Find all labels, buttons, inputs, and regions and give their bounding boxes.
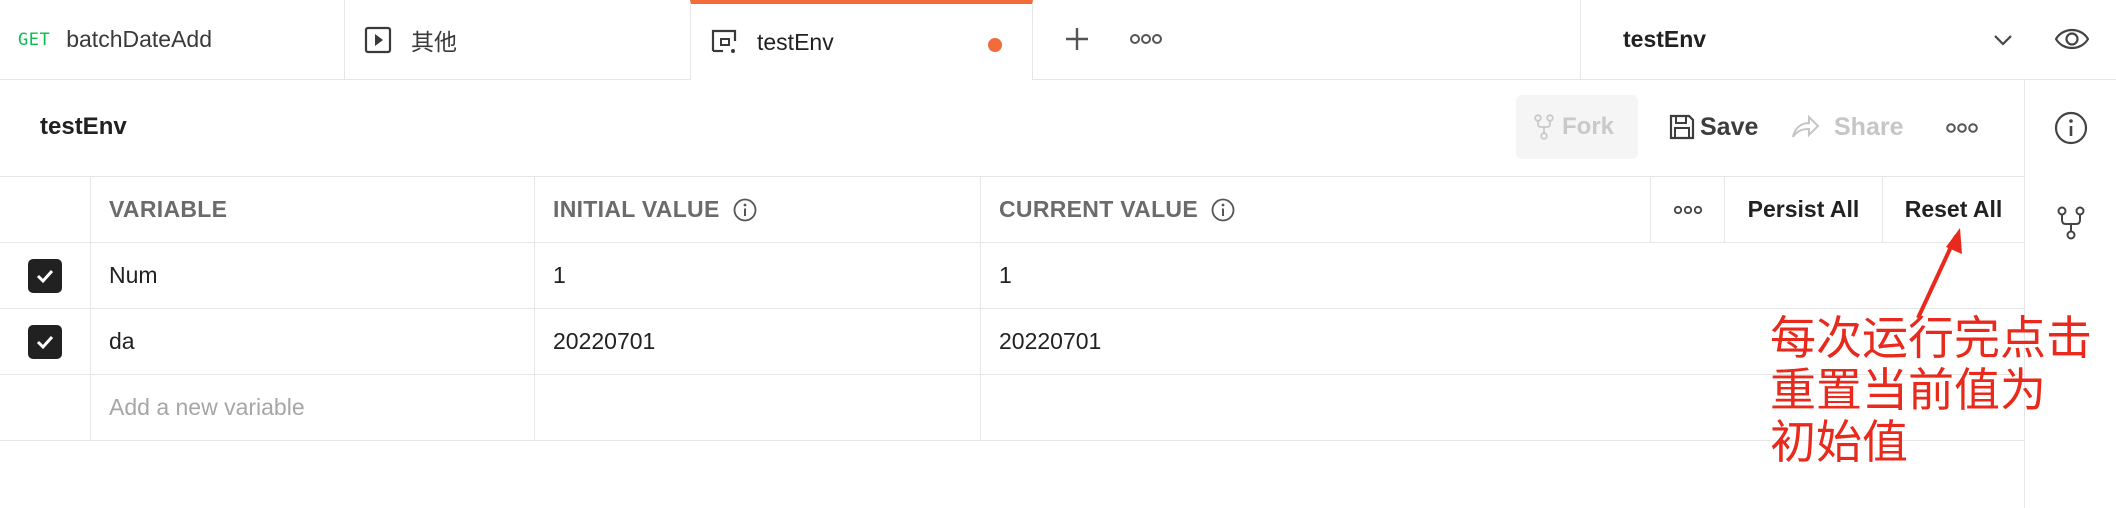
current-value-cell[interactable]: 1: [981, 243, 1651, 308]
initial-value-column-header: INITIAL VALUE: [535, 177, 981, 242]
new-tab-button[interactable]: [1060, 22, 1094, 56]
table-row: da 20220701 20220701: [0, 309, 2024, 375]
variables-table: VARIABLE INITIAL VALUE CURRENT VALUE Per…: [0, 177, 2024, 441]
unsaved-indicator: [988, 38, 1002, 52]
forks-button[interactable]: [2055, 205, 2087, 241]
fork-icon: [1534, 114, 1554, 140]
persist-all-button[interactable]: Persist All: [1725, 177, 1883, 242]
environment-header: testEnv Fork Save Share: [0, 80, 2024, 177]
tab-other[interactable]: 其他: [345, 0, 690, 79]
fork-button[interactable]: Fork: [1516, 95, 1638, 159]
annotation-line: 重置当前值为: [1770, 363, 2046, 417]
new-variable-row: Add a new variable: [0, 375, 2024, 441]
row-checkbox-cell: [0, 243, 91, 308]
checkmark-icon: [36, 269, 54, 283]
info-icon: [2054, 111, 2088, 145]
plus-icon: [1066, 28, 1088, 50]
selected-environment: testEnv: [1623, 26, 1707, 52]
annotation-text: 每次运行完点击 重置当前值为 初始值: [1770, 312, 2116, 468]
save-button[interactable]: Save: [1668, 95, 1758, 159]
table-options-button[interactable]: [1651, 177, 1725, 242]
page-title: testEnv: [40, 113, 127, 140]
table-row: Num 1 1: [0, 243, 2024, 309]
info-button[interactable]: [2053, 110, 2089, 146]
header-check-cell: [0, 177, 91, 242]
variable-cell[interactable]: Num: [91, 243, 535, 308]
environment-selector[interactable]: testEnv: [1580, 0, 2030, 79]
annotation-line: 每次运行完点击: [1770, 311, 2092, 365]
fork-label: Fork: [1562, 113, 1615, 140]
environment-icon: [709, 27, 739, 57]
annotation-line: 初始值: [1770, 415, 1908, 469]
share-label: Share: [1834, 112, 1904, 141]
more-icon: [1130, 34, 1162, 44]
initial-value-cell[interactable]: 1: [535, 243, 981, 308]
new-variable-input[interactable]: Add a new variable: [91, 375, 535, 440]
new-initial-value-input[interactable]: [535, 375, 981, 440]
method-badge: GET: [18, 29, 51, 50]
environment-quick-look-button[interactable]: [2053, 22, 2091, 56]
tab-bar: GET batchDateAdd 其他 testEnv testEnv: [0, 0, 2116, 80]
info-icon[interactable]: [1210, 197, 1236, 223]
runner-icon: [363, 25, 393, 55]
eye-icon: [2054, 28, 2090, 50]
checkmark-icon: [36, 335, 54, 349]
tab-label: batchDateAdd: [66, 26, 212, 52]
variable-column-header: VARIABLE: [91, 177, 535, 242]
current-value-cell[interactable]: 20220701: [981, 309, 1651, 374]
info-icon[interactable]: [732, 197, 758, 223]
save-label: Save: [1700, 112, 1759, 141]
annotation-arrow: [1916, 228, 1962, 319]
chevron-down-icon: [1991, 28, 2015, 52]
table-header-row: VARIABLE INITIAL VALUE CURRENT VALUE Per…: [0, 177, 2024, 243]
variable-cell[interactable]: da: [91, 309, 535, 374]
share-button[interactable]: Share: [1790, 95, 1903, 159]
more-icon: [1946, 123, 1978, 133]
tab-testenv[interactable]: testEnv: [690, 0, 1033, 80]
tab-label: 其他: [411, 28, 457, 55]
new-current-value-input[interactable]: [981, 375, 1651, 440]
tab-batchdateadd[interactable]: GET batchDateAdd: [0, 0, 345, 79]
row-checkbox[interactable]: [28, 324, 62, 359]
initial-value-cell[interactable]: 20220701: [535, 309, 981, 374]
save-icon: [1669, 114, 1695, 140]
row-checkbox-cell: [0, 309, 91, 374]
more-actions-button[interactable]: [1945, 117, 1979, 139]
fork-icon: [2057, 206, 2085, 240]
tab-label: testEnv: [757, 28, 834, 55]
share-icon: [1792, 114, 1820, 138]
tab-options-button[interactable]: [1128, 28, 1164, 50]
row-checkbox[interactable]: [28, 258, 62, 293]
row-checkbox-cell: [0, 375, 91, 440]
current-value-column-header: CURRENT VALUE: [981, 177, 1651, 242]
more-icon: [1673, 205, 1702, 214]
